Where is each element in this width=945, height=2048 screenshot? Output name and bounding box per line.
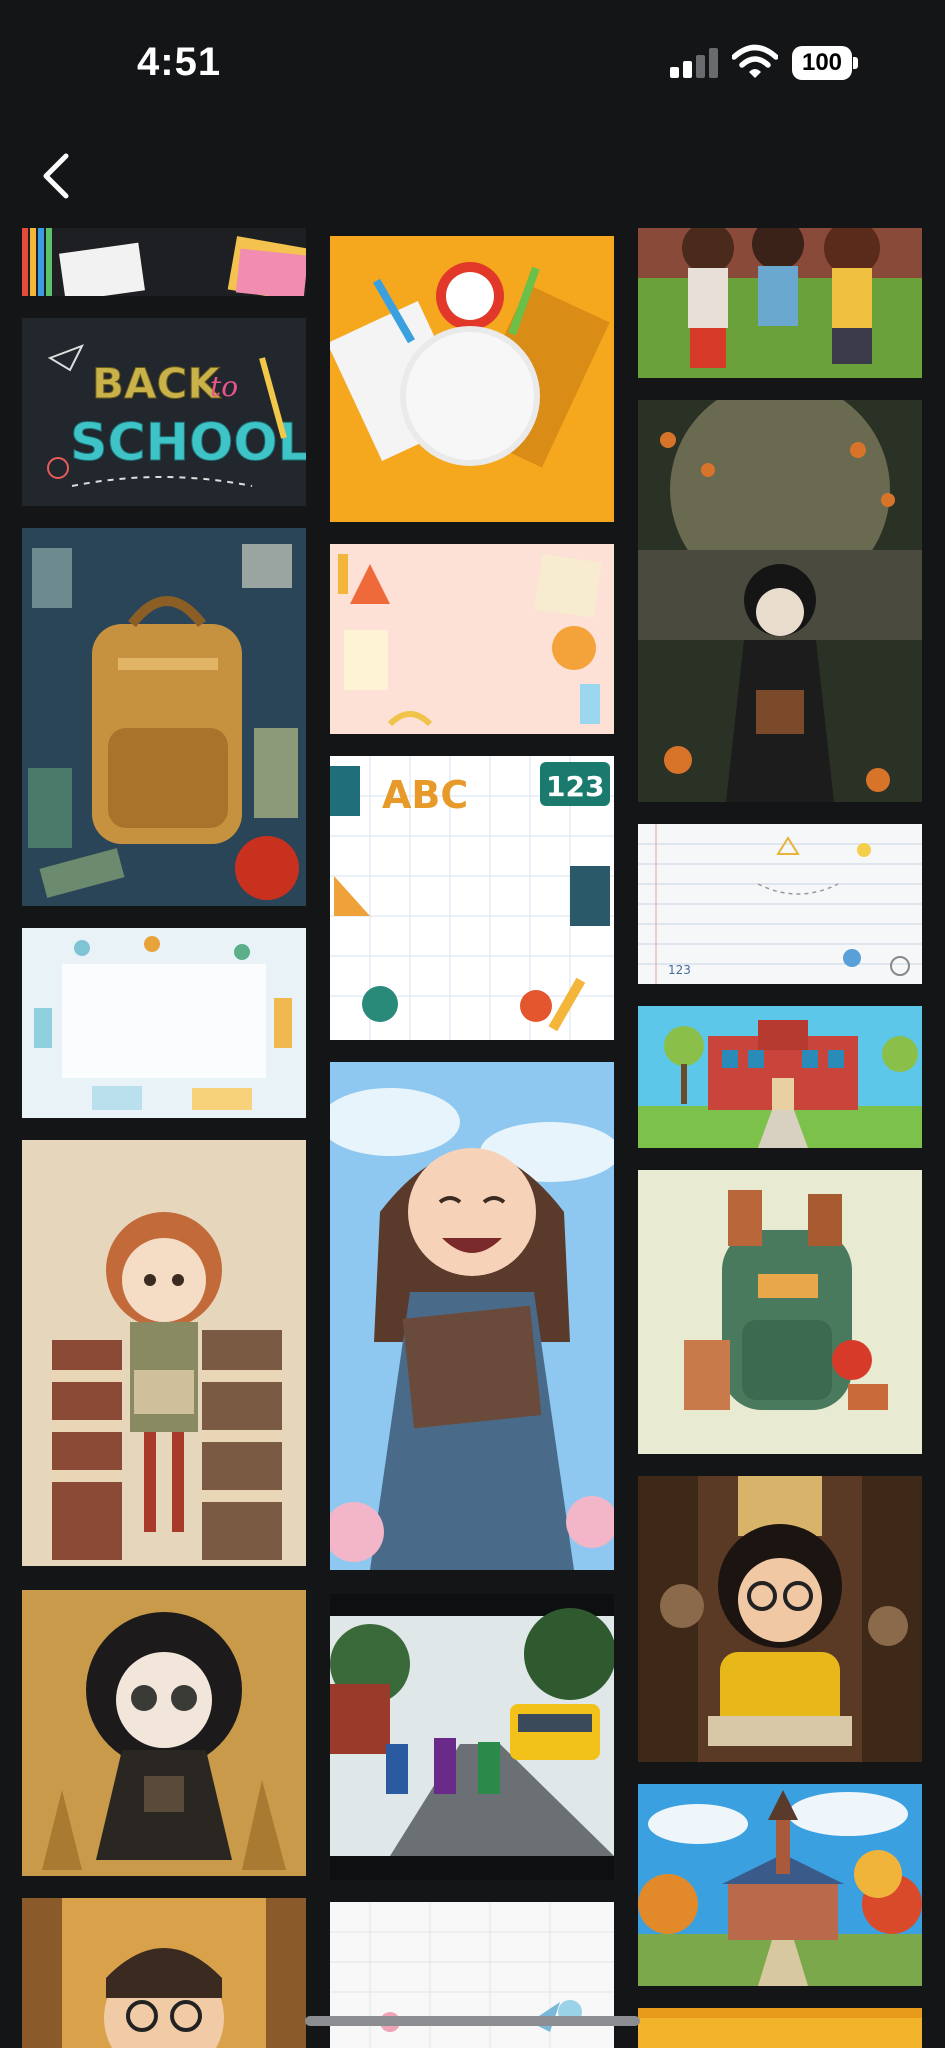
image-curly-hair-girl[interactable]: [22, 1590, 306, 1876]
image-pink-supplies-frame[interactable]: [330, 544, 614, 734]
image-school-building[interactable]: [638, 1006, 922, 1148]
image-yellow-strip[interactable]: [638, 2008, 922, 2048]
image-girl-on-books[interactable]: [22, 1140, 306, 1566]
image-church-autumn[interactable]: [638, 1784, 922, 1986]
image-grid-paper-doodles[interactable]: [330, 1902, 614, 2048]
image-green-backpack[interactable]: [638, 1170, 922, 1454]
image-school-supplies-clock[interactable]: [330, 236, 614, 522]
image-pencils-notebook[interactable]: [22, 228, 306, 296]
image-abc-123-frame[interactable]: ABC 123: [330, 756, 614, 1040]
image-three-girls[interactable]: [638, 228, 922, 378]
image-happy-girl-reading[interactable]: [330, 1062, 614, 1570]
image-gallery: BACK to SCHOOL ABC 123 123: [0, 0, 945, 2048]
image-girl-apple-village[interactable]: [638, 400, 922, 802]
paper-text-123: 123: [668, 963, 691, 977]
image-school-doodle-frame[interactable]: [22, 928, 306, 1118]
frame-text-123: 123: [546, 770, 604, 803]
image-lined-paper-doodles[interactable]: 123: [638, 824, 922, 984]
image-kids-school-bus[interactable]: [330, 1594, 614, 1880]
chalkboard-text-back: BACK: [92, 359, 221, 408]
frame-text-abc: ABC: [382, 773, 468, 817]
image-boy-glasses-forest[interactable]: [22, 1898, 306, 2048]
image-girl-glasses-library[interactable]: [638, 1476, 922, 1762]
home-indicator[interactable]: [305, 2016, 640, 2026]
chalkboard-text-school: SCHOOL: [70, 413, 306, 473]
image-backpack-collage[interactable]: [22, 528, 306, 906]
chalkboard-text-to: to: [210, 370, 238, 403]
image-back-to-school-chalkboard[interactable]: BACK to SCHOOL: [22, 318, 306, 506]
